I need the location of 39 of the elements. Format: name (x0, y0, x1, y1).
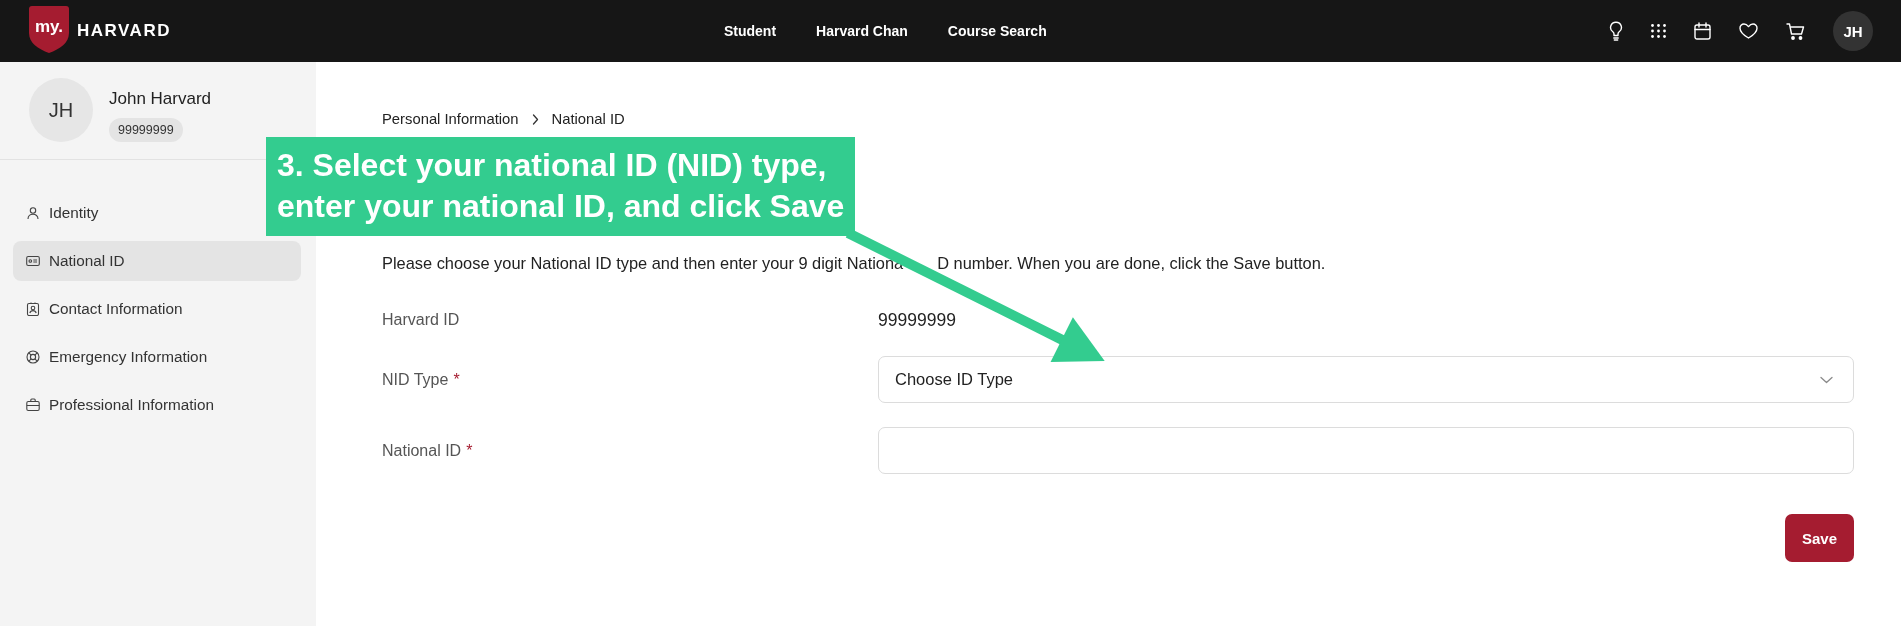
sidebar-item[interactable]: National ID (13, 241, 301, 281)
lightbulb-icon[interactable] (1609, 21, 1623, 41)
profile-name: John Harvard (109, 89, 212, 109)
breadcrumb-current: National ID (551, 110, 625, 129)
annotation-callout: 3. Select your national ID (NID) type, enter your national ID, and click Save (266, 137, 855, 236)
sidebar-item[interactable]: Contact Information (13, 289, 196, 329)
logo-wordmark[interactable]: HARVARD (77, 21, 171, 41)
sidebar-item[interactable]: Professional Information (13, 385, 227, 425)
instruction-text: D number. When you are done, click the Save button. (937, 254, 1326, 272)
profile-avatar: JH (29, 78, 93, 142)
breadcrumb-link[interactable]: Personal Information (382, 109, 519, 129)
cart-icon[interactable] (1786, 22, 1805, 40)
field-value: 99999999 (878, 309, 956, 332)
id-card-icon (26, 254, 40, 268)
field-label: Harvard ID (382, 311, 460, 328)
chevron-down-icon (1820, 375, 1833, 384)
field-label: NID Type (382, 370, 449, 388)
nav-link[interactable]: Course Search (947, 21, 1047, 41)
app-grid-icon[interactable] (1651, 24, 1666, 38)
user-avatar[interactable]: JH (1833, 11, 1873, 51)
sidebar-item[interactable]: Emergency Information (13, 337, 221, 377)
national-id-input[interactable] (878, 427, 1854, 474)
id-badge: 99999999 (109, 118, 183, 142)
lifebuoy-icon (26, 350, 40, 364)
logo-shield[interactable]: my. (29, 6, 69, 53)
briefcase-icon (26, 398, 40, 412)
id-type-select[interactable]: Choose ID Type (878, 356, 1854, 403)
required-mark: * (466, 441, 473, 459)
heart-icon[interactable] (1739, 23, 1758, 39)
nav-link[interactable]: Harvard Chan (816, 21, 908, 41)
required-mark: * (453, 370, 460, 388)
sidebar-item[interactable]: Identity (13, 193, 112, 233)
person-icon (26, 206, 40, 220)
contact-card-icon (26, 302, 40, 316)
nav-link[interactable]: Student (723, 21, 777, 41)
calendar-icon[interactable] (1694, 22, 1711, 40)
chevron-right-icon (531, 113, 539, 125)
save-button[interactable]: Save (1784, 514, 1854, 562)
field-label: National ID (382, 441, 462, 459)
